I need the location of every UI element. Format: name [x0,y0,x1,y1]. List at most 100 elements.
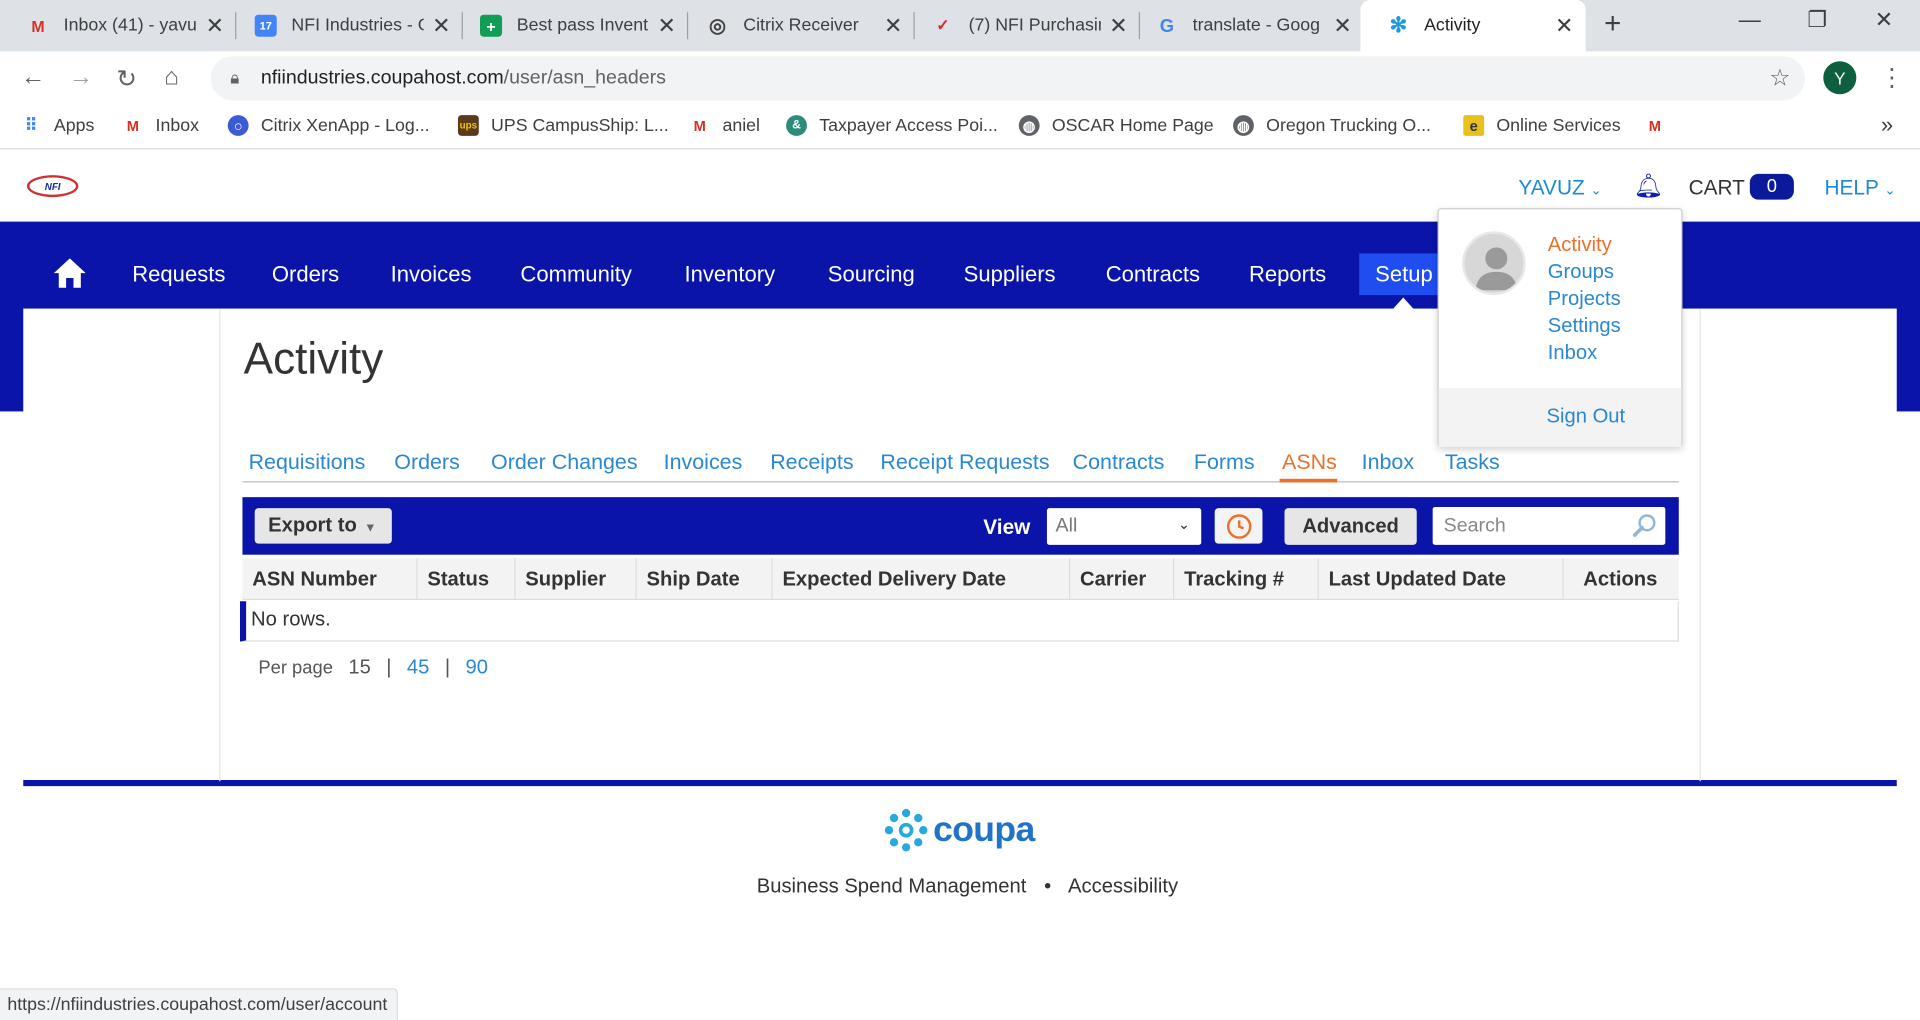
column-header-tracking[interactable]: Tracking # [1174,558,1319,601]
nav-community[interactable]: Community [520,262,631,288]
user-menu-settings[interactable]: Settings [1548,315,1621,338]
user-menu-projects[interactable]: Projects [1548,288,1621,311]
forward-icon[interactable]: → [69,64,93,92]
user-menu-groups[interactable]: Groups [1548,261,1614,284]
subtab-requisitions[interactable]: Requisitions [249,449,366,475]
subtab-receipt-requests[interactable]: Receipt Requests [880,449,1049,475]
close-icon[interactable]: ✕ [432,13,450,39]
tab-title: Citrix Receiver [743,15,859,36]
help-menu[interactable]: HELP ⌄ [1825,176,1896,200]
bookmark-star-icon[interactable]: ☆ [1769,65,1790,93]
footer-link-accessibility[interactable]: Accessibility [1068,876,1178,898]
view-select[interactable]: All ⌄ [1046,508,1202,545]
close-icon[interactable]: ✕ [206,13,224,39]
globe-icon: ◍ [1233,115,1254,136]
advanced-button[interactable]: Advanced [1284,508,1417,545]
user-menu-toggle[interactable]: YAVUZ ⌄ [1518,176,1601,200]
nav-contracts[interactable]: Contracts [1106,262,1200,288]
url-text[interactable]: nfiindustries.coupahost.com/user/asn_hea… [261,67,666,89]
browser-tab-sheets[interactable]: + Best pass Invent ✕ [453,0,689,51]
browser-tab-gmail[interactable]: M Inbox (41) - yavu ✕ [0,0,237,51]
nav-requests[interactable]: Requests [132,262,225,288]
close-icon[interactable]: ✕ [1555,13,1573,39]
citrix-icon: ◎ [709,15,727,37]
per-page-90-link[interactable]: 90 [466,656,488,678]
reload-icon[interactable]: ↻ [116,64,137,95]
nav-inventory[interactable]: Inventory [684,262,775,288]
column-header-last-updated-date[interactable]: Last Updated Date [1319,558,1564,601]
recent-history-button[interactable] [1214,508,1263,544]
column-header-status[interactable]: Status [418,558,516,601]
bookmark-oscar[interactable]: ◍ OSCAR Home Page [1018,115,1214,136]
minimize-icon[interactable]: — [1739,7,1761,33]
home-icon[interactable]: ⌂ [164,64,179,92]
browser-tab-citrix[interactable]: ◎ Citrix Receiver ✕ [680,0,915,51]
sign-out-link[interactable]: Sign Out [1547,405,1626,428]
chevron-down-icon: ⌄ [1177,515,1191,533]
subtab-tasks[interactable]: Tasks [1445,449,1500,475]
bookmark-gmail[interactable]: M [1645,115,1678,136]
browser-tab-nfi[interactable]: ✓ (7) NFI Purchasin ✕ [905,0,1141,51]
cart-count-badge[interactable]: 0 [1749,173,1794,200]
gmail-icon: M [126,116,139,135]
browser-tab-calendar[interactable]: 17 NFI Industries - G ✕ [228,0,463,51]
bookmark-ups[interactable]: ups UPS CampusShip: L... [457,115,669,136]
browser-menu-icon[interactable]: ⋮ [1880,62,1904,93]
new-tab-icon[interactable]: + [1604,7,1621,41]
subtab-invoices[interactable]: Invoices [664,449,743,475]
nav-orders[interactable]: Orders [272,262,339,288]
user-menu-inbox[interactable]: Inbox [1548,342,1597,365]
search-input[interactable] [1432,506,1629,545]
bookmark-aniel[interactable]: M aniel [689,115,760,136]
column-header-ship-date[interactable]: Ship Date [637,558,773,601]
close-icon[interactable]: ✕ [1109,13,1127,39]
close-icon[interactable]: ✕ [1333,13,1351,39]
bookmarks-bar: ⠿ Apps M Inbox ○ Citrix XenApp - Log... … [0,105,1920,150]
cart-link[interactable]: CART [1689,176,1745,200]
column-header-carrier[interactable]: Carrier [1070,558,1175,601]
nav-setup[interactable]: Setup [1359,253,1443,296]
close-icon[interactable]: ✕ [884,13,902,39]
subtab-forms[interactable]: Forms [1194,449,1255,475]
back-icon[interactable]: ← [21,64,45,92]
footer-link-business-spend[interactable]: Business Spend Management [757,876,1027,898]
bookmark-taxpayer[interactable]: & Taxpayer Access Poi... [786,115,998,136]
window-close-icon[interactable]: ✕ [1875,7,1893,33]
nav-reports[interactable]: Reports [1249,262,1326,288]
search-icon[interactable] [1631,512,1658,539]
bookmark-inbox[interactable]: M Inbox [122,115,199,136]
nfi-logo[interactable]: NFI [26,175,79,198]
bookmarks-overflow-icon[interactable]: » [1881,113,1893,139]
user-menu-activity[interactable]: Activity [1548,234,1612,257]
close-icon[interactable]: ✕ [657,13,675,39]
bookmark-oregon[interactable]: ◍ Oregon Trucking O... [1233,115,1431,136]
subtab-asns[interactable]: ASNs [1282,449,1337,475]
notification-bell-icon[interactable]: 🔔︎ [1633,171,1663,200]
status-bar-url: https://nfiindustries.coupahost.com/user… [0,988,399,1020]
profile-avatar[interactable]: Y [1823,61,1857,95]
column-header-asn-number[interactable]: ASN Number [242,558,418,601]
browser-tab-translate[interactable]: G translate - Goog ✕ [1129,0,1364,51]
nav-sourcing[interactable]: Sourcing [828,262,915,288]
address-bar[interactable]: 🔒︎ nfiindustries.coupahost.com/user/asn_… [210,56,1805,101]
per-page-45-link[interactable]: 45 [407,656,429,678]
bookmark-citrix[interactable]: ○ Citrix XenApp - Log... [227,115,430,136]
chevron-down-icon: ⌄ [1590,183,1602,199]
subtab-orders[interactable]: Orders [394,449,459,475]
home-icon[interactable] [53,256,87,290]
restore-icon[interactable]: ❐ [1807,7,1827,33]
nav-invoices[interactable]: Invoices [391,262,472,288]
clock-icon [1226,513,1251,539]
column-header-supplier[interactable]: Supplier [516,558,637,601]
subtab-contracts[interactable]: Contracts [1073,449,1165,475]
column-header-expected-delivery-date[interactable]: Expected Delivery Date [773,558,1071,601]
subtab-receipts[interactable]: Receipts [770,449,853,475]
export-to-button[interactable]: Export to ▼ [254,508,392,544]
bookmark-online-services[interactable]: e Online Services [1463,115,1621,136]
subtab-order-changes[interactable]: Order Changes [491,449,638,475]
bookmark-apps[interactable]: ⠿ Apps [21,115,95,136]
coupa-logo[interactable]: coupa [884,808,1035,852]
nav-suppliers[interactable]: Suppliers [964,262,1056,288]
subtab-inbox[interactable]: Inbox [1362,449,1414,475]
browser-tab-activity[interactable]: ✻ Activity ✕ [1360,0,1586,52]
